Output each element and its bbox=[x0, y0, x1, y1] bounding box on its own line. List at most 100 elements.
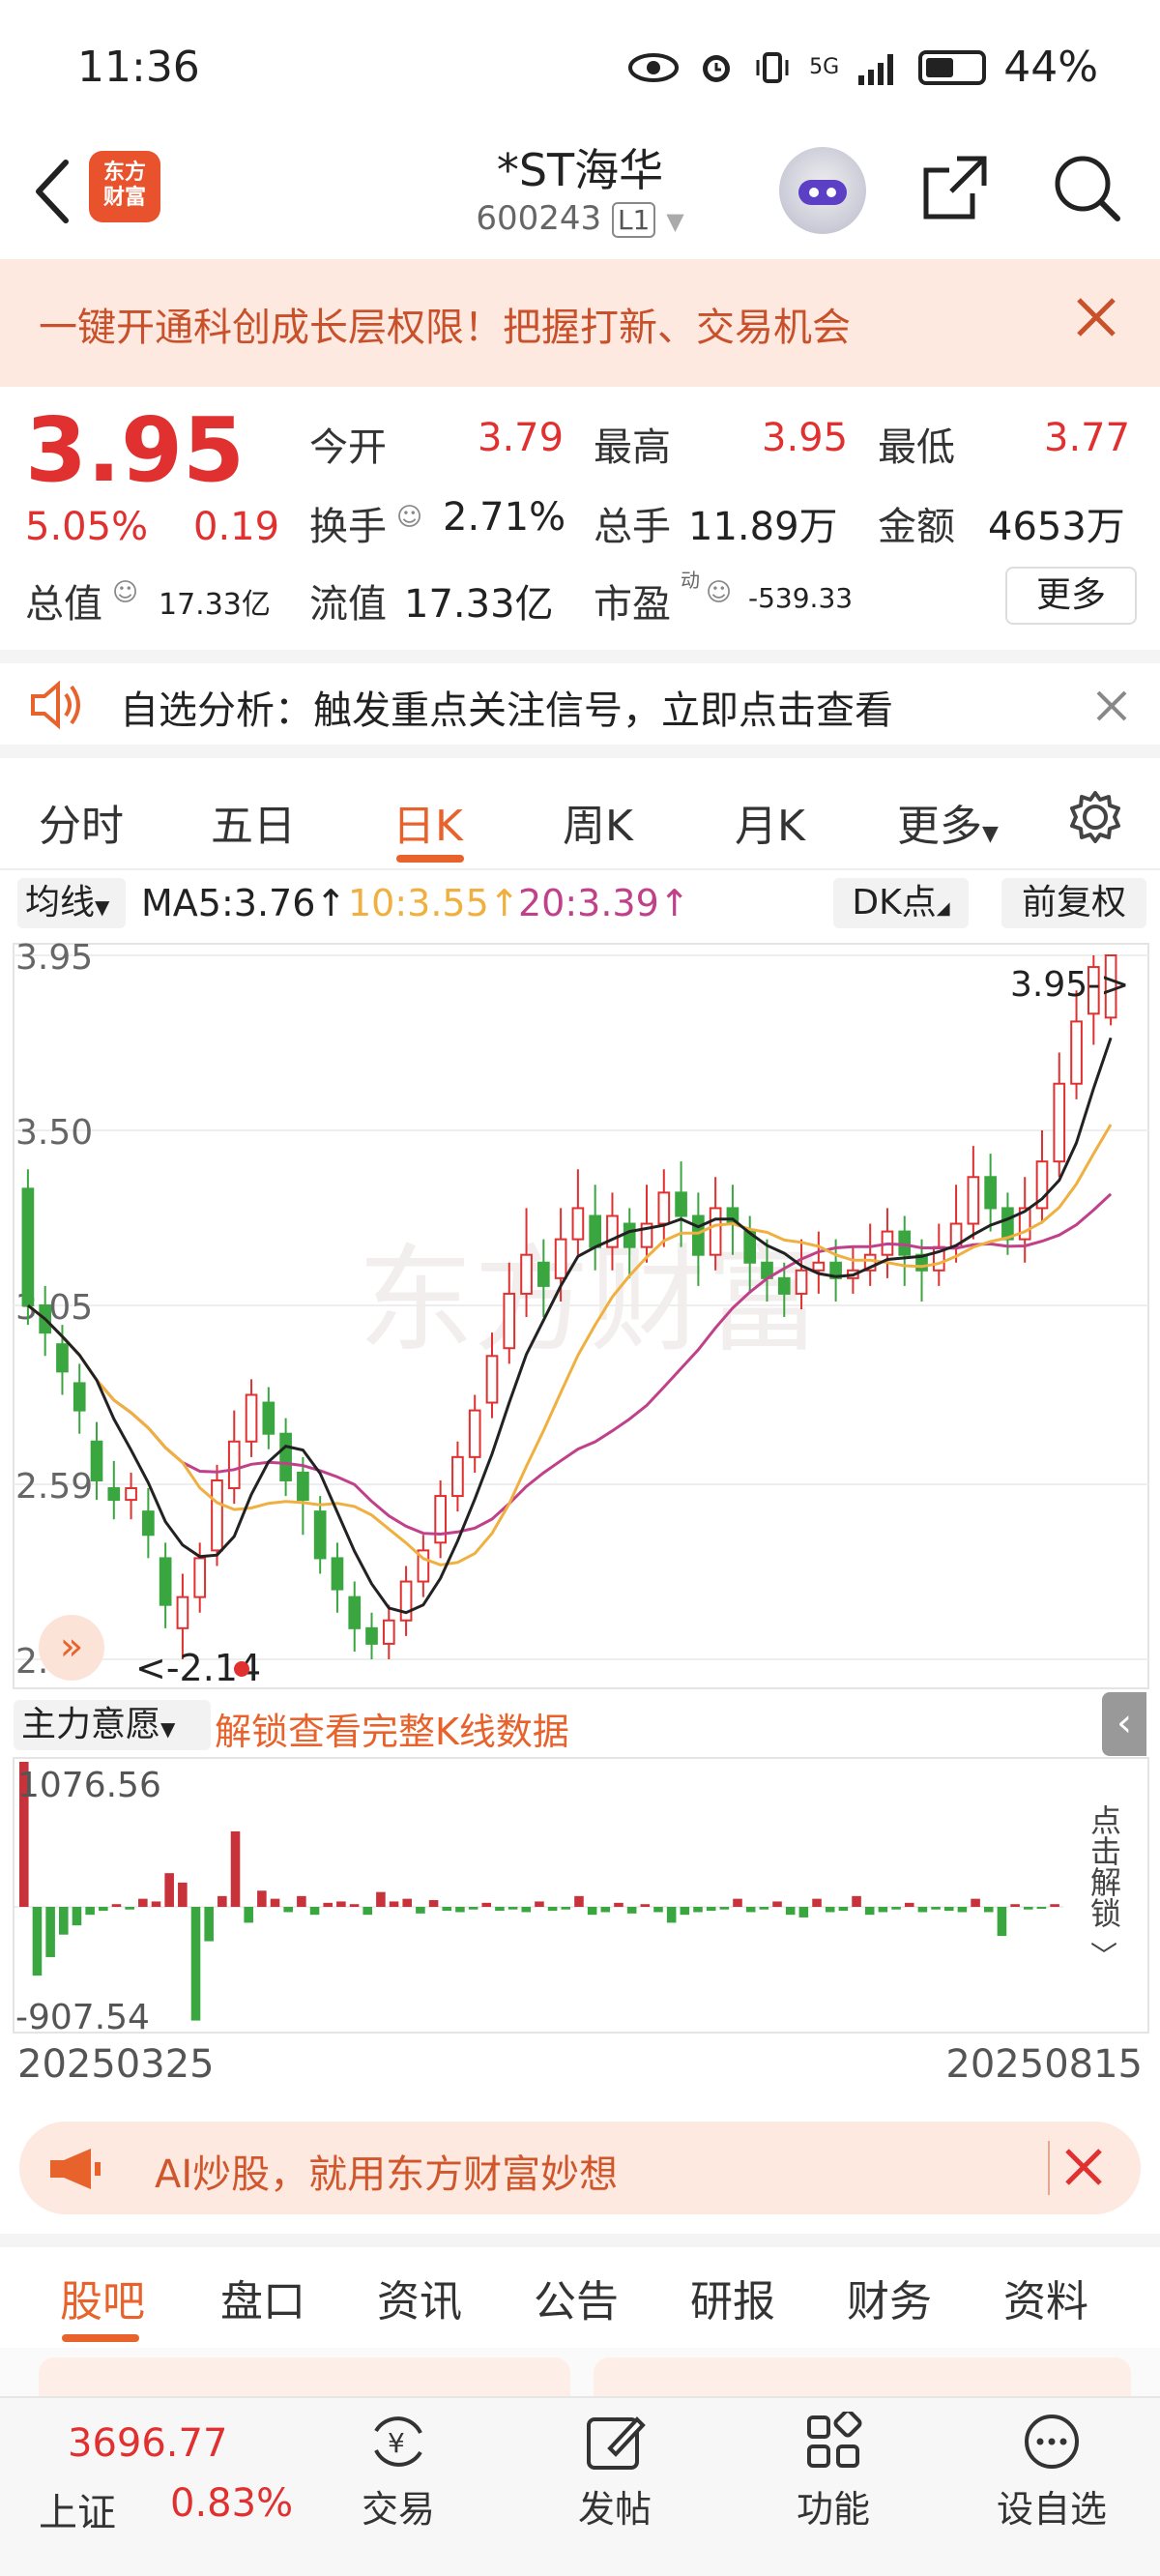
stock-name: *ST海华 bbox=[496, 144, 664, 196]
indicator-bar bbox=[785, 1907, 796, 1916]
indicator-bar bbox=[1050, 1904, 1059, 1907]
tab-profile[interactable]: 资料 bbox=[1003, 2267, 1088, 2328]
analysis-text[interactable]: 自选分析：触发重点关注信号，立即点击查看 bbox=[120, 679, 893, 735]
indicator-bar bbox=[719, 1907, 730, 1910]
indicator-bar bbox=[852, 1895, 861, 1907]
tab-underline bbox=[396, 855, 464, 863]
pe-label: 市盈 bbox=[594, 582, 671, 627]
indicator-bar bbox=[389, 1901, 399, 1907]
tab-five-day[interactable]: 五日 bbox=[211, 791, 296, 853]
signal-icon bbox=[858, 53, 894, 85]
indicator-bar bbox=[772, 1901, 782, 1907]
speaker-icon bbox=[31, 680, 80, 730]
tab-monthly-k[interactable]: 月K bbox=[735, 791, 805, 853]
tab-more-label: 更多 bbox=[897, 802, 982, 851]
stock-code-row[interactable]: 600243 L1 ▼ bbox=[387, 199, 773, 238]
indicator-bar bbox=[138, 1898, 148, 1907]
tab-intraday[interactable]: 分时 bbox=[39, 791, 124, 853]
low-value: 3.77 bbox=[1044, 416, 1131, 460]
current-price: 3.95 bbox=[25, 398, 245, 502]
dropdown-triangle-icon: ▼ bbox=[160, 1717, 176, 1741]
nav-functions[interactable]: 功能 bbox=[756, 2412, 911, 2532]
tab-forum[interactable]: 股吧 bbox=[60, 2267, 145, 2328]
candle-body bbox=[159, 1557, 172, 1606]
nav-add-watchlist[interactable]: 设自选 bbox=[974, 2412, 1129, 2532]
ai-banner-text[interactable]: AI炒股，就用东方财富妙想 bbox=[155, 2143, 618, 2199]
indicator-bar bbox=[798, 1907, 809, 1917]
candle-body bbox=[279, 1432, 292, 1481]
close-icon[interactable] bbox=[1061, 2145, 1106, 2189]
indicator-bar bbox=[626, 1907, 637, 1914]
candle-body bbox=[434, 1495, 447, 1544]
dropdown-triangle-icon: ▼ bbox=[95, 895, 110, 919]
index-name[interactable]: 上证 bbox=[39, 2481, 116, 2537]
dropdown-triangle-icon: ▼ bbox=[666, 208, 684, 235]
gear-icon[interactable] bbox=[1067, 789, 1123, 845]
megaphone-icon bbox=[50, 2149, 101, 2189]
nav-trade[interactable]: ¥ 交易 bbox=[321, 2412, 476, 2532]
tab-more[interactable]: 更多▼ bbox=[897, 791, 999, 853]
info-icon[interactable]: ☺ bbox=[112, 578, 138, 607]
close-icon[interactable] bbox=[1092, 687, 1131, 725]
candle-body bbox=[1070, 1020, 1083, 1085]
promo-text[interactable]: 一键开通科创成长层权限！把握打新、交易机会 bbox=[39, 296, 851, 352]
candle-body bbox=[297, 1471, 309, 1502]
tab-research[interactable]: 研报 bbox=[690, 2267, 775, 2328]
back-arrow-icon[interactable] bbox=[27, 155, 85, 228]
tab-daily-k[interactable]: 日K bbox=[392, 791, 463, 853]
indicator-bar bbox=[614, 1902, 624, 1907]
change-amount: 0.19 bbox=[193, 505, 280, 549]
nav-post[interactable]: 发帖 bbox=[537, 2412, 692, 2532]
indicator-bar bbox=[971, 1898, 980, 1907]
info-icon[interactable]: ☺ bbox=[706, 578, 732, 607]
start-date: 20250325 bbox=[17, 2042, 215, 2087]
adjust-button[interactable]: 前复权 bbox=[1001, 878, 1146, 928]
more-button[interactable]: 更多 bbox=[1005, 567, 1137, 625]
candle-body bbox=[72, 1382, 86, 1412]
tab-order-book[interactable]: 盘口 bbox=[220, 2267, 305, 2328]
close-icon[interactable] bbox=[1071, 292, 1121, 342]
edit-icon bbox=[587, 2416, 646, 2470]
candle-body bbox=[90, 1440, 103, 1481]
robot-assistant-icon[interactable] bbox=[779, 147, 866, 234]
indicator-bar bbox=[1036, 1907, 1047, 1909]
indicator-bar bbox=[812, 1898, 822, 1907]
dk-point-button[interactable]: DK点◢ bbox=[833, 878, 969, 928]
expand-arrows-icon[interactable]: » bbox=[39, 1615, 104, 1681]
candle-body bbox=[536, 1261, 550, 1287]
indicator-bar bbox=[481, 1902, 492, 1907]
tab-underline bbox=[62, 2334, 139, 2342]
nav-post-label: 发帖 bbox=[577, 2488, 652, 2531]
info-icon[interactable]: ☺ bbox=[396, 503, 422, 532]
side-unlock-button[interactable]: 点击解锁 ﹀ bbox=[1073, 1804, 1135, 1976]
indicator-bar bbox=[495, 1907, 505, 1912]
candle-body bbox=[1053, 1082, 1066, 1163]
level-tag: L1 bbox=[611, 202, 656, 238]
volume-value: 11.89万 bbox=[688, 505, 838, 549]
kline-chart[interactable]: 东方财富 3.953.503.052.592.143.95-><-2.14 bbox=[0, 934, 1160, 1694]
tab-financials[interactable]: 财务 bbox=[847, 2267, 932, 2328]
chevron-left-icon[interactable]: ‹ bbox=[1102, 1692, 1146, 1756]
share-icon[interactable] bbox=[918, 151, 992, 224]
ma-select[interactable]: 均线▼ bbox=[17, 878, 126, 928]
candle-body bbox=[399, 1580, 413, 1622]
index-value[interactable]: 3696.77 bbox=[68, 2421, 227, 2466]
indicator-select[interactable]: 主力意愿▼ bbox=[14, 1700, 211, 1750]
index-change[interactable]: 0.83% bbox=[170, 2481, 293, 2526]
candle-body bbox=[313, 1510, 327, 1560]
yen-cycle-icon: ¥ bbox=[374, 2416, 422, 2467]
tab-news[interactable]: 资讯 bbox=[377, 2267, 462, 2328]
indicator-bar bbox=[297, 1895, 306, 1907]
svg-text:¥: ¥ bbox=[388, 2427, 405, 2459]
candle-body bbox=[589, 1215, 602, 1248]
battery-level: 44% bbox=[1003, 43, 1098, 92]
indicator-unlock-link[interactable]: 解锁查看完整K线数据 bbox=[215, 1702, 569, 1755]
search-icon[interactable] bbox=[1050, 151, 1123, 224]
indicator-bar bbox=[535, 1901, 544, 1907]
candle-body bbox=[382, 1619, 395, 1645]
indicator-bar bbox=[547, 1907, 558, 1912]
indicator-bar bbox=[706, 1907, 716, 1912]
tab-weekly-k[interactable]: 周K bbox=[563, 791, 633, 853]
indicator-bar bbox=[759, 1907, 769, 1910]
tab-announcements[interactable]: 公告 bbox=[534, 2267, 619, 2328]
